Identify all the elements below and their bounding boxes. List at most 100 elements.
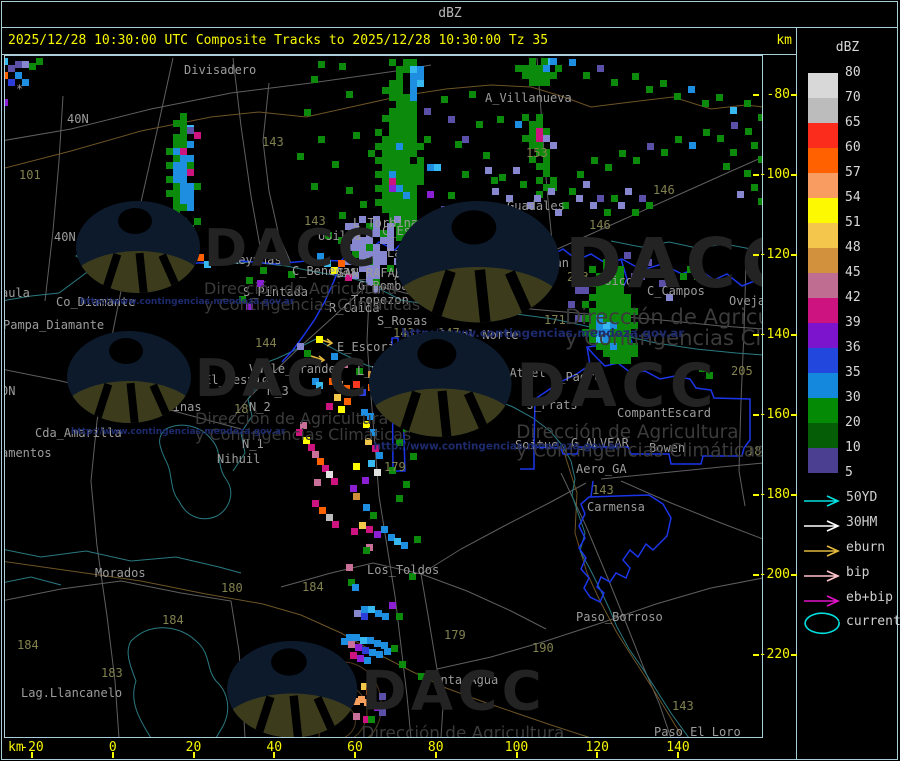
radar-echo-pixel	[403, 192, 410, 199]
border-top	[1, 1, 898, 2]
radar-echo-pixel	[427, 191, 434, 198]
radar-echo-pixel	[382, 150, 389, 157]
radar-echo-pixel	[173, 148, 180, 155]
border-bottom	[1, 759, 898, 760]
radar-echo-pixel	[689, 142, 696, 149]
radar-echo-pixel	[625, 188, 632, 195]
divider-under-title	[1, 27, 898, 28]
radar-echo-pixel	[647, 143, 654, 150]
right-axis-tick-label: -220	[758, 647, 790, 662]
radar-echo-pixel	[387, 237, 394, 244]
radar-echo-pixel	[389, 171, 396, 178]
radar-echo-pixel	[297, 153, 304, 160]
radar-echo-pixel	[717, 135, 724, 142]
bottom-axis-tick-mark	[596, 752, 599, 758]
radar-echo-pixel	[15, 61, 22, 68]
radar-echo-pixel	[382, 87, 389, 94]
radar-echo-pixel	[583, 72, 590, 79]
radar-echo-pixel	[424, 136, 431, 143]
radar-echo-pixel	[370, 512, 377, 519]
radar-map-canvas[interactable]: Divisadero A_Villanueva Guadales L_Torbina U…	[4, 55, 763, 738]
colorbar-value-label: 65	[845, 115, 861, 130]
radar-echo-pixel	[485, 167, 492, 174]
right-axis-tick-mark	[753, 574, 759, 576]
radar-echo-pixel	[376, 452, 383, 459]
radar-echo-pixel	[597, 195, 604, 202]
radar-echo-pixel	[410, 80, 417, 87]
radar-echo-pixel	[339, 63, 346, 70]
radar-echo-pixel	[396, 157, 403, 164]
legend-label: 50YD	[846, 490, 878, 505]
radar-echo-pixel	[674, 93, 681, 100]
radar-echo-pixel	[414, 536, 421, 543]
radar-echo-pixel	[396, 80, 403, 87]
radar-echo-pixel	[29, 63, 36, 70]
colorbar-value-label: 45	[845, 265, 861, 280]
colorbar-value-label: 60	[845, 140, 861, 155]
radar-echo-pixel	[730, 107, 737, 114]
bottom-axis-tick-mark	[354, 752, 356, 758]
dacc-logo-hole	[417, 339, 457, 369]
header-datetime: 2025/12/28 10:30:00 UTC Composite Tracks…	[8, 33, 549, 48]
route-number-label: 101	[19, 168, 41, 182]
radar-echo-pixel	[513, 167, 520, 174]
radar-echo-pixel	[448, 116, 455, 123]
route-number-label: 144	[255, 336, 277, 350]
radar-echo-pixel	[375, 171, 382, 178]
radar-echo-pixel	[5, 58, 8, 65]
radar-echo-pixel	[403, 206, 410, 213]
radar-echo-pixel	[173, 120, 180, 127]
colorbar-swatch	[808, 123, 838, 148]
place-name-label: 0N	[5, 384, 16, 398]
radar-echo-pixel	[362, 647, 369, 654]
radar-echo-pixel	[424, 108, 431, 115]
right-axis-tick-label: -180	[758, 487, 790, 502]
radar-echo-pixel	[389, 206, 396, 213]
route-number-label: 184	[17, 638, 39, 652]
radar-echo-pixel	[382, 192, 389, 199]
radar-echo-pixel	[396, 101, 403, 108]
radar-echo-pixel	[187, 204, 194, 211]
radar-echo-pixel	[536, 79, 543, 86]
radar-echo-pixel	[351, 528, 358, 535]
panel-divider	[796, 27, 797, 759]
radar-echo-pixel	[403, 101, 410, 108]
place-name-label: Carmensa	[587, 500, 645, 514]
dacc-logo-icon	[396, 201, 560, 323]
radar-echo-pixel	[716, 94, 723, 101]
radar-echo-pixel	[326, 471, 333, 478]
radar-echo-pixel	[362, 477, 369, 484]
radar-echo-pixel	[194, 183, 201, 190]
radar-echo-pixel	[363, 547, 370, 554]
radar-echo-pixel	[391, 645, 398, 652]
bottom-axis-tick-mark	[31, 752, 33, 758]
radar-echo-pixel	[403, 150, 410, 157]
radar-echo-pixel	[548, 188, 555, 195]
radar-echo-pixel	[5, 72, 8, 79]
radar-echo-pixel	[194, 132, 201, 139]
radar-echo-pixel	[758, 198, 762, 205]
radar-echo-pixel	[751, 142, 758, 149]
route-number-label: 143	[262, 135, 284, 149]
legend-bip-arrow-icon	[802, 567, 844, 586]
radar-echo-pixel	[536, 128, 543, 135]
radar-echo-pixel	[382, 206, 389, 213]
right-axis-tick-mark	[753, 494, 759, 496]
radar-echo-pixel	[187, 155, 194, 162]
radar-echo-pixel	[376, 651, 383, 658]
place-name-label: *	[16, 82, 24, 96]
colorbar-value-label: 39	[845, 315, 861, 330]
radar-echo-pixel	[180, 190, 187, 197]
radar-echo-pixel	[410, 115, 417, 122]
radar-echo-pixel	[187, 197, 194, 204]
right-axis-tick-mark	[753, 654, 759, 656]
colorbar-value-label: 35	[845, 365, 861, 380]
radar-echo-pixel	[173, 141, 180, 148]
radar-echo-pixel	[380, 251, 387, 258]
radar-echo-pixel	[389, 150, 396, 157]
radar-echo-pixel	[543, 79, 550, 86]
radar-echo-pixel	[396, 185, 403, 192]
colorbar-swatch	[808, 148, 838, 173]
radar-echo-pixel	[166, 148, 173, 155]
colorbar-value-label: 10	[845, 440, 861, 455]
